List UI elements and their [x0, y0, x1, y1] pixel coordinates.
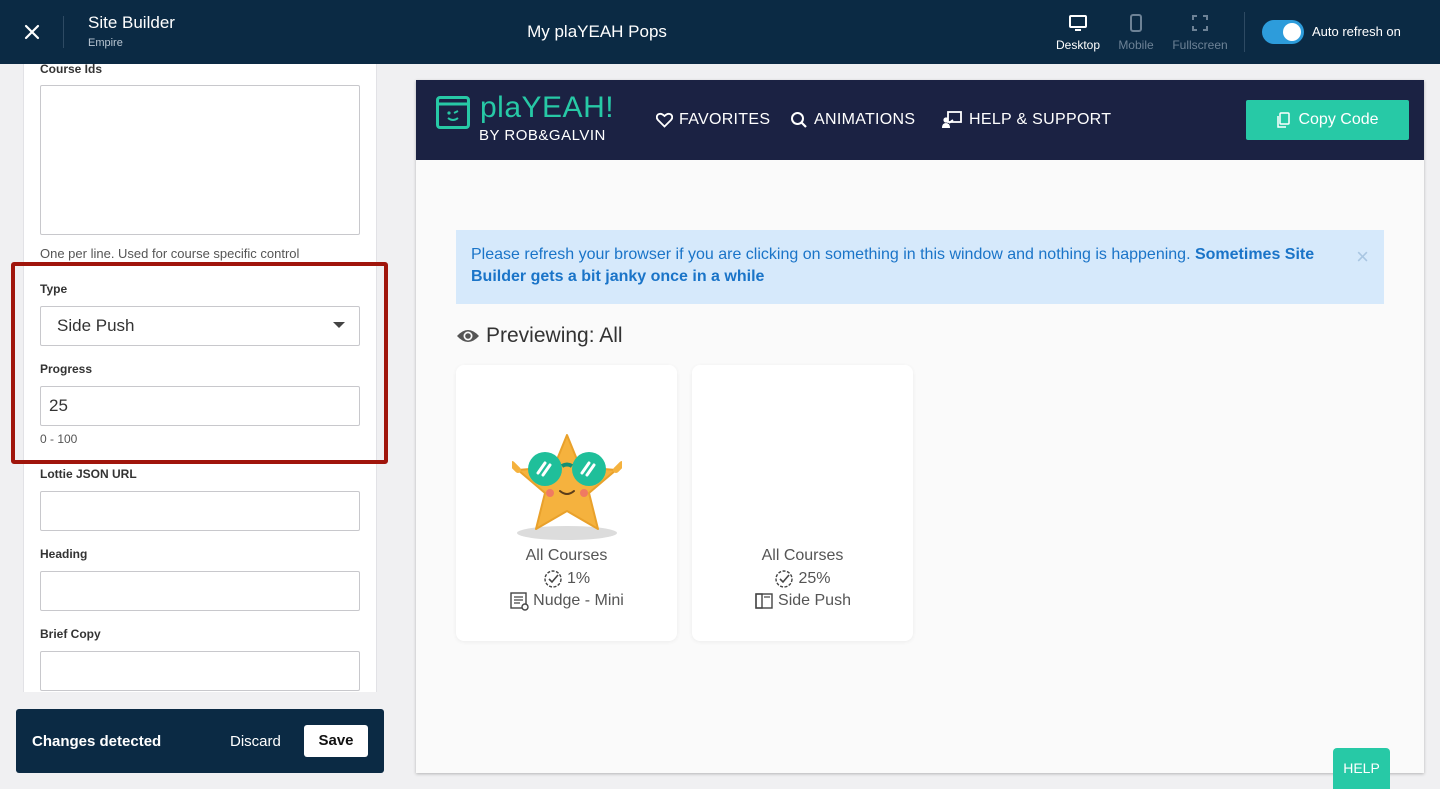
alert-text: Please refresh your browser if you are c…	[471, 246, 1195, 263]
heading-input[interactable]	[40, 571, 360, 611]
fullscreen-icon	[1192, 15, 1208, 31]
preview-card[interactable]: All Courses 25% Side Push	[692, 365, 913, 641]
changes-detected-text: Changes detected	[32, 733, 162, 750]
type-label: Type	[40, 282, 68, 296]
card-type-value: Side Push	[778, 592, 851, 609]
type-select-value: Side Push	[57, 316, 135, 335]
card-progress-value: 25%	[798, 570, 831, 587]
card-type: Nudge - Mini	[456, 591, 677, 611]
desktop-icon	[1069, 15, 1087, 31]
heart-icon	[656, 112, 673, 128]
nav-animations[interactable]: ANIMATIONS	[790, 111, 915, 129]
side-push-icon	[755, 593, 773, 609]
auto-refresh-toggle[interactable]	[1262, 20, 1304, 44]
card-progress: 25%	[692, 569, 913, 589]
help-button[interactable]: HELP	[1333, 748, 1390, 789]
save-button[interactable]: Save	[304, 725, 368, 757]
heading-label: Heading	[40, 547, 88, 561]
progress-check-icon	[544, 570, 562, 588]
page-name: My plaYEAH Pops	[527, 22, 667, 41]
desktop-view-button[interactable]: Desktop	[1050, 12, 1106, 56]
progress-label: Progress	[40, 362, 93, 376]
logo-text: plaYEAH!	[480, 91, 615, 124]
fullscreen-view-button[interactable]: Fullscreen	[1172, 12, 1228, 56]
mobile-view-button[interactable]: Mobile	[1108, 12, 1164, 56]
nav-help-support[interactable]: HELP & SUPPORT	[941, 111, 1111, 129]
chevron-down-icon	[333, 322, 345, 328]
mobile-label: Mobile	[1118, 38, 1154, 52]
previewing-heading: Previewing: All	[456, 324, 623, 348]
course-ids-textarea[interactable]	[40, 85, 360, 235]
nav-help-support-label: HELP & SUPPORT	[969, 111, 1112, 128]
search-icon	[791, 112, 807, 128]
card-type: Side Push	[692, 591, 913, 611]
support-icon	[942, 111, 962, 128]
logo-subtitle: BY ROB&GALVIN	[479, 127, 606, 144]
preview-navbar: plaYEAH! BY ROB&GALVIN FAVORITES ANIMATI…	[416, 80, 1424, 160]
progress-check-icon	[775, 570, 794, 588]
preview-frame: plaYEAH! BY ROB&GALVIN FAVORITES ANIMATI…	[416, 80, 1424, 773]
card-type-value: Nudge - Mini	[533, 592, 624, 609]
settings-form: Course Ids One per line. Used for course…	[23, 64, 377, 692]
progress-help: 0 - 100	[40, 432, 78, 446]
toggle-knob	[1283, 23, 1301, 41]
nav-animations-label: ANIMATIONS	[814, 111, 916, 128]
discard-button[interactable]: Discard	[230, 733, 281, 750]
changes-bar: Changes detected Discard Save	[16, 709, 384, 773]
copy-icon	[1277, 112, 1291, 128]
card-progress: 1%	[456, 569, 677, 589]
card-progress-value: 1%	[566, 570, 591, 587]
progress-value: 25	[49, 396, 68, 415]
divider	[1244, 12, 1245, 52]
nav-favorites-label: FAVORITES	[679, 111, 771, 128]
fullscreen-label: Fullscreen	[1172, 38, 1228, 52]
copy-code-label: Copy Code	[1298, 111, 1379, 128]
lottie-url-label: Lottie JSON URL	[40, 467, 137, 481]
card-courses: All Courses	[525, 547, 608, 564]
star-with-sunglasses-image	[512, 434, 622, 540]
course-ids-label: Course Ids	[40, 64, 103, 76]
nav-favorites[interactable]: FAVORITES	[656, 111, 770, 129]
course-ids-help: One per line. Used for course specific c…	[40, 246, 300, 261]
copy-code-button[interactable]: Copy Code	[1246, 100, 1409, 140]
card-courses: All Courses	[761, 547, 844, 564]
refresh-alert: Please refresh your browser if you are c…	[456, 230, 1384, 304]
previewing-text: Previewing: All	[486, 324, 623, 347]
type-select[interactable]: Side Push	[40, 306, 360, 346]
brief-copy-input[interactable]	[40, 651, 360, 691]
top-bar: Site Builder Empire My plaYEAH Pops Desk…	[0, 0, 1440, 64]
auto-refresh-label: Auto refresh on	[1312, 24, 1401, 39]
mobile-icon	[1130, 14, 1142, 32]
nudge-mini-icon	[510, 592, 529, 611]
progress-input[interactable]: 25	[40, 386, 360, 426]
eye-icon	[457, 330, 479, 342]
close-icon[interactable]: ×	[1356, 246, 1369, 268]
preview-card[interactable]: All Courses 1% Nudge - Mini	[456, 365, 677, 641]
lottie-url-input[interactable]	[40, 491, 360, 531]
logo-icon	[436, 96, 470, 129]
desktop-label: Desktop	[1055, 38, 1101, 52]
brief-copy-label: Brief Copy	[40, 627, 101, 641]
